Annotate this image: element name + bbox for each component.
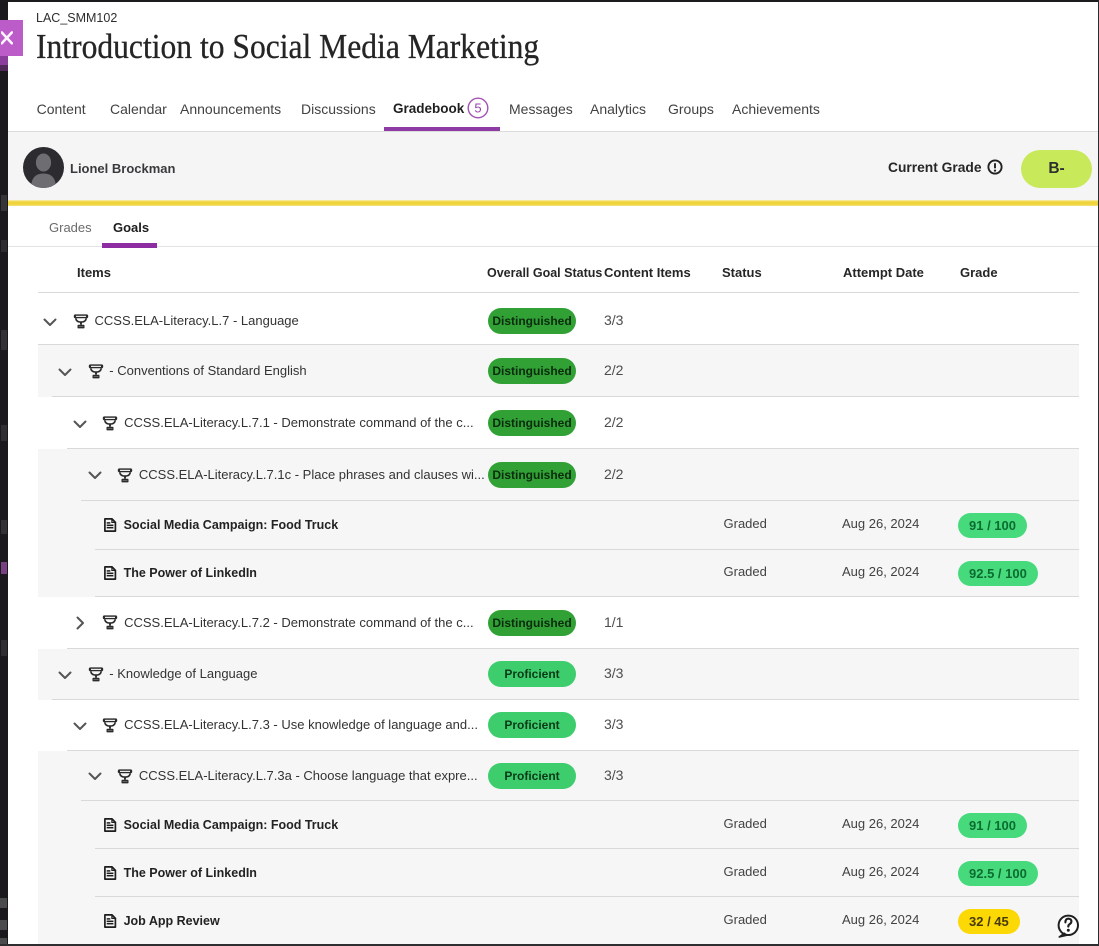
svg-text:5: 5 bbox=[474, 101, 481, 116]
